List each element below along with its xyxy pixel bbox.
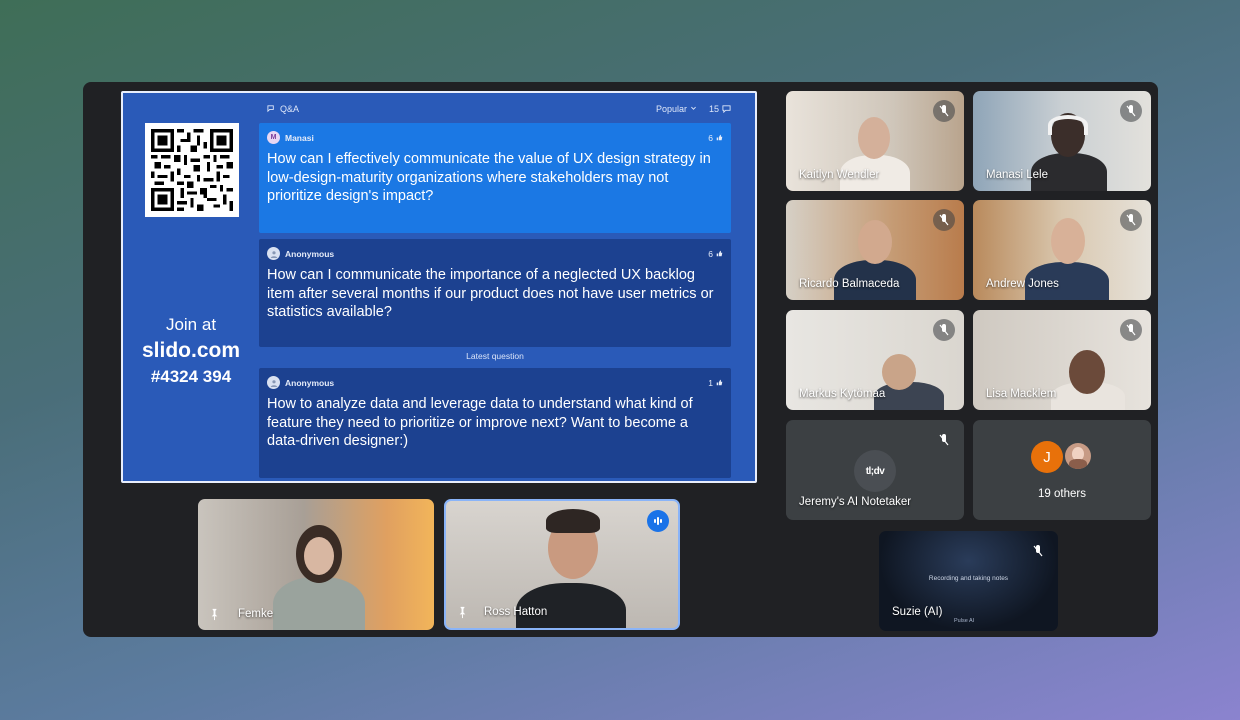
participant-tile-notetaker[interactable]: tl;dv Jeremy's AI Notetaker — [786, 420, 964, 520]
participant-video — [273, 577, 365, 630]
question-card[interactable]: Anonymous 1 How to analyze data and leve… — [259, 368, 731, 478]
avatar: J — [1031, 441, 1063, 473]
participant-tile[interactable]: Ricardo Balmaceda — [786, 200, 964, 300]
mic-off-icon — [933, 100, 955, 122]
question-count: 15 — [709, 104, 731, 115]
headphones-icon — [1048, 115, 1088, 135]
question-author: Anonymous — [285, 377, 335, 388]
participant-video — [304, 537, 334, 575]
pin-icon[interactable] — [206, 606, 222, 622]
mic-off-icon — [933, 319, 955, 341]
pin-icon[interactable] — [454, 604, 470, 620]
participant-tile[interactable]: Markus Kytömaa — [786, 310, 964, 410]
qa-icon — [267, 104, 276, 115]
recording-subtitle: Pulse AI — [954, 618, 975, 624]
question-text: How can I effectively communicate the va… — [267, 151, 711, 204]
sort-dropdown[interactable]: Popular — [656, 104, 697, 114]
participant-name: Andrew Jones — [986, 278, 1059, 290]
participant-video — [1051, 218, 1085, 264]
participant-name: Lisa Macklem — [986, 388, 1057, 400]
participant-name: Femke — [238, 608, 274, 620]
thumbs-up-icon — [716, 133, 723, 143]
participant-tile[interactable]: Lisa Macklem — [973, 310, 1151, 410]
participant-tile[interactable]: Andrew Jones — [973, 200, 1151, 300]
recording-caption: Recording and taking notes — [928, 575, 1009, 582]
thumbs-up-icon — [716, 378, 723, 388]
participant-tile-suzie[interactable]: Recording and taking notes Suzie (AI) Pu… — [879, 531, 1058, 631]
question-text: How to analyze data and leverage data to… — [267, 396, 693, 449]
question-text: How can I communicate the importance of … — [267, 267, 714, 320]
anonymous-avatar-icon — [267, 376, 280, 389]
mic-off-icon — [933, 429, 955, 451]
qr-code-icon — [145, 123, 239, 217]
participant-tile[interactable]: Kaitlyn Wendler — [786, 91, 964, 191]
like-button[interactable]: 6 — [708, 133, 723, 143]
thumbs-up-icon — [716, 249, 723, 259]
chevron-down-icon — [690, 104, 697, 114]
question-count-value: 15 — [708, 104, 719, 114]
question-author: Anonymous — [285, 248, 335, 259]
sort-label: Popular — [655, 104, 687, 114]
others-label: 19 others — [1038, 488, 1086, 500]
avatar — [1065, 443, 1091, 469]
like-count: 6 — [708, 132, 713, 143]
others-tile[interactable]: J 19 others — [973, 420, 1151, 520]
anonymous-avatar-icon — [267, 247, 280, 260]
like-button[interactable]: 1 — [708, 378, 723, 388]
question-card[interactable]: Anonymous 6 How can I communicate the im… — [259, 239, 731, 347]
participant-name: Manasi Lele — [986, 169, 1049, 181]
participant-name: Jeremy's AI Notetaker — [799, 496, 912, 508]
question-author: Manasi — [285, 132, 314, 143]
like-button[interactable]: 6 — [708, 249, 723, 259]
participant-name: Kaitlyn Wendler — [799, 169, 880, 181]
author-avatar: M — [267, 131, 280, 144]
slido-presentation: Join at slido.com #4324 394 Q&A Popular … — [121, 91, 757, 483]
like-count: 1 — [708, 377, 713, 388]
participant-tile-ross[interactable]: Ross Hatton — [444, 499, 680, 630]
mic-off-icon — [1120, 209, 1142, 231]
participant-name: Ricardo Balmaceda — [799, 278, 900, 290]
notetaker-logo: tl;dv — [854, 450, 896, 492]
mic-off-icon — [1027, 540, 1049, 562]
participant-tile[interactable]: Manasi Lele — [973, 91, 1151, 191]
join-at-label: Join at — [165, 315, 217, 334]
latest-question-label: Latest question — [466, 351, 524, 361]
participant-video — [546, 509, 600, 533]
comment-icon — [722, 104, 731, 115]
participant-video — [858, 220, 892, 264]
meeting-window: Join at slido.com #4324 394 Q&A Popular … — [83, 82, 1158, 637]
participant-name: Markus Kytömaa — [799, 388, 886, 400]
like-count: 6 — [708, 248, 713, 259]
qa-label: Q&A — [280, 104, 300, 114]
join-url[interactable]: slido.com — [123, 339, 259, 363]
participant-name: Ross Hatton — [484, 606, 548, 618]
qa-header: Q&A Popular 15 — [267, 102, 731, 116]
participant-name: Suzie (AI) — [892, 606, 943, 618]
participant-video — [882, 354, 916, 390]
mic-off-icon — [1120, 100, 1142, 122]
mic-off-icon — [933, 209, 955, 231]
participant-video — [858, 117, 890, 159]
speaking-icon — [647, 510, 669, 532]
participant-tile-femke[interactable]: Femke — [198, 499, 434, 630]
event-code: #4324 394 — [150, 367, 232, 386]
participant-video — [1069, 350, 1105, 394]
mic-off-icon — [1120, 319, 1142, 341]
question-card[interactable]: M Manasi 6 How can I effectively communi… — [259, 123, 731, 233]
